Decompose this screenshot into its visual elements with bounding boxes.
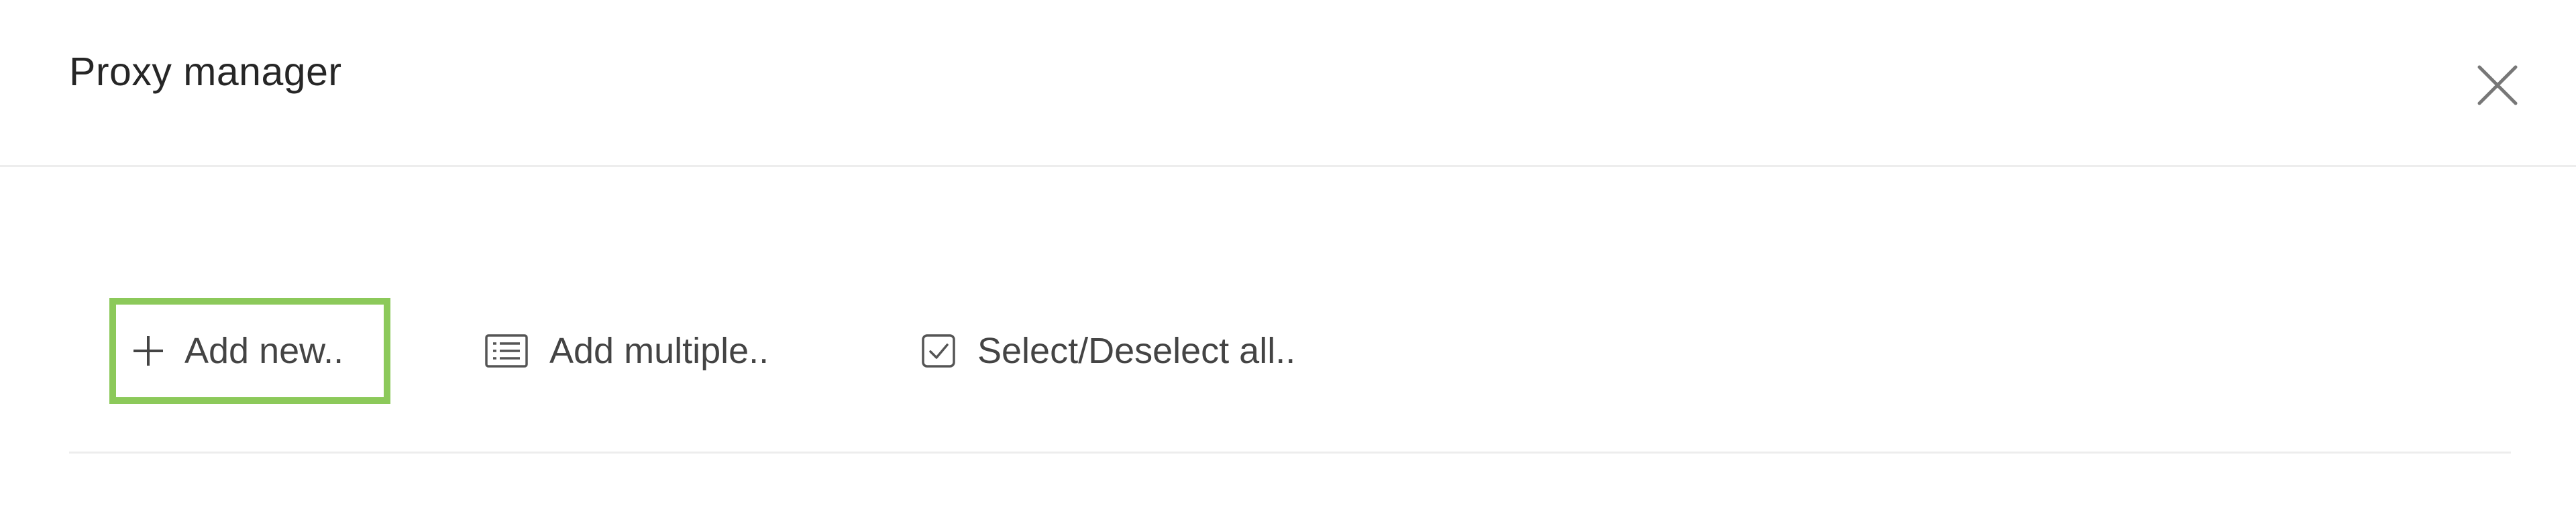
select-deselect-all-label: Select/Deselect all.. <box>977 331 1296 371</box>
dialog-title: Proxy manager <box>69 50 342 94</box>
plus-icon <box>131 333 166 368</box>
close-button[interactable] <box>2475 63 2520 107</box>
dialog-header: Proxy manager <box>0 0 2576 167</box>
add-multiple-label: Add multiple.. <box>549 331 769 371</box>
checkbox-checked-icon <box>921 333 956 368</box>
add-new-button[interactable]: Add new.. <box>109 298 390 404</box>
add-multiple-button[interactable]: Add multiple.. <box>485 298 769 404</box>
close-icon <box>2477 65 2518 105</box>
proxy-toolbar: Add new.. Add multiple.. Select/Deselect… <box>69 295 2511 454</box>
list-icon <box>485 334 528 368</box>
add-new-label: Add new.. <box>184 331 344 371</box>
proxy-manager-dialog: Proxy manager Add new.. Add multiple.. S… <box>0 0 2576 526</box>
select-deselect-all-button[interactable]: Select/Deselect all.. <box>921 298 1295 404</box>
